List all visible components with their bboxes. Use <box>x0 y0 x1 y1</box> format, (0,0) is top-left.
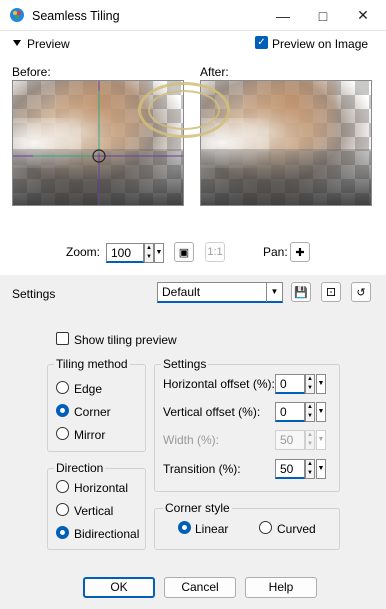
radio-mirror[interactable] <box>56 427 69 440</box>
width-input[interactable]: 50 <box>275 430 305 450</box>
show-tiling-preview-label[interactable]: Show tiling preview <box>74 333 177 347</box>
vertical-offset-label: Vertical offset (%): <box>163 405 261 419</box>
corner-style-title: Corner style <box>163 501 232 515</box>
vertical-label[interactable]: Vertical <box>74 504 113 518</box>
vertical-offset-input[interactable]: 0 <box>275 402 305 422</box>
save-icon: 💾 <box>294 286 308 299</box>
zoom-dropdown[interactable]: ▼ <box>154 243 164 263</box>
cancel-button[interactable]: Cancel <box>164 577 236 598</box>
bidirectional-label[interactable]: Bidirectional <box>74 527 139 541</box>
zoom-fit-button[interactable]: ▣ <box>174 242 194 262</box>
window-title: Seamless Tiling <box>32 9 120 23</box>
collapse-triangle-icon[interactable] <box>13 40 21 46</box>
radio-curved[interactable] <box>259 521 272 534</box>
pan-button[interactable]: ✚ <box>290 242 310 262</box>
fit-icon: ▣ <box>178 246 190 259</box>
close-button[interactable]: ✕ <box>343 0 383 31</box>
maximize-icon: □ <box>318 7 328 24</box>
radio-linear[interactable] <box>178 521 191 534</box>
curved-label[interactable]: Curved <box>277 522 316 536</box>
horizontal-offset-label: Horizontal offset (%): <box>163 377 275 391</box>
width-label: Width (%): <box>163 433 220 447</box>
preview-on-image-checkbox[interactable]: ✓ <box>255 36 268 49</box>
preview-panel: Before: After: Zoom: 100 ▲ ▼ ▼ ▣ 1:1 Pan:… <box>0 57 386 275</box>
minimize-icon: — <box>276 7 290 24</box>
seal-overlay-inner <box>148 90 220 130</box>
maximize-button[interactable]: □ <box>303 0 343 31</box>
preset-value: Default <box>162 285 201 299</box>
preview-on-image-label[interactable]: Preview on Image <box>272 37 368 51</box>
chevron-down-icon[interactable]: ▼ <box>266 283 282 302</box>
corner-label[interactable]: Corner <box>74 405 111 419</box>
vertical-offset-dropdown[interactable]: ▼ <box>316 402 326 422</box>
help-button[interactable]: Help <box>245 577 317 598</box>
zoom-actual-button[interactable]: 1:1 <box>205 242 225 262</box>
preview-header: Preview ✓ Preview on Image <box>0 31 386 57</box>
preset-dropdown[interactable]: Default ▼ <box>157 282 283 303</box>
transition-spinner[interactable]: ▲ ▼ <box>305 459 315 479</box>
reset-button[interactable]: ↺ <box>351 282 371 302</box>
title-bar: Seamless Tiling — □ ✕ <box>0 0 386 31</box>
zoom-input[interactable]: 100 <box>106 243 144 263</box>
mirror-label[interactable]: Mirror <box>74 428 105 442</box>
actual-size-icon: 1:1 <box>207 246 223 258</box>
radio-edge[interactable] <box>56 381 69 394</box>
reset-icon: ↺ <box>356 286 366 299</box>
ok-button[interactable]: OK <box>83 577 155 598</box>
width-dropdown[interactable]: ▼ <box>316 430 326 450</box>
vertical-offset-spinner[interactable]: ▲ ▼ <box>305 402 315 422</box>
close-icon: ✕ <box>357 7 369 23</box>
app-icon <box>10 8 24 22</box>
width-spinner[interactable]: ▲ ▼ <box>305 430 315 450</box>
pan-label: Pan: <box>263 245 288 259</box>
horizontal-offset-spinner[interactable]: ▲ ▼ <box>305 374 315 394</box>
transition-dropdown[interactable]: ▼ <box>316 459 326 479</box>
tiling-method-title: Tiling method <box>54 357 130 371</box>
linear-label[interactable]: Linear <box>195 522 228 536</box>
radio-corner[interactable] <box>56 404 69 417</box>
after-label: After: <box>200 65 229 79</box>
transition-label: Transition (%): <box>163 462 241 476</box>
before-label: Before: <box>12 65 51 79</box>
settings-label: Settings <box>12 287 56 301</box>
radio-horizontal[interactable] <box>56 480 69 493</box>
radio-bidirectional[interactable] <box>56 526 69 539</box>
settings-group-title: Settings <box>161 357 209 371</box>
randomize-button[interactable]: ⚀ <box>321 282 341 302</box>
save-preset-button[interactable]: 💾 <box>291 282 311 302</box>
transition-input[interactable]: 50 <box>275 459 305 479</box>
zoom-label: Zoom: <box>66 245 101 259</box>
dice-icon: ⚀ <box>326 286 336 299</box>
show-tiling-preview-checkbox[interactable] <box>56 332 69 345</box>
horizontal-label[interactable]: Horizontal <box>74 481 128 495</box>
move-icon: ✚ <box>295 246 305 259</box>
zoom-spinner[interactable]: ▲ ▼ <box>144 243 154 263</box>
preview-toggle-label[interactable]: Preview <box>27 37 70 51</box>
edge-label[interactable]: Edge <box>74 382 102 396</box>
horizontal-offset-dropdown[interactable]: ▼ <box>316 374 326 394</box>
radio-vertical[interactable] <box>56 503 69 516</box>
horizontal-offset-input[interactable]: 0 <box>275 374 305 394</box>
direction-title: Direction <box>54 461 106 475</box>
minimize-button[interactable]: — <box>263 0 303 31</box>
